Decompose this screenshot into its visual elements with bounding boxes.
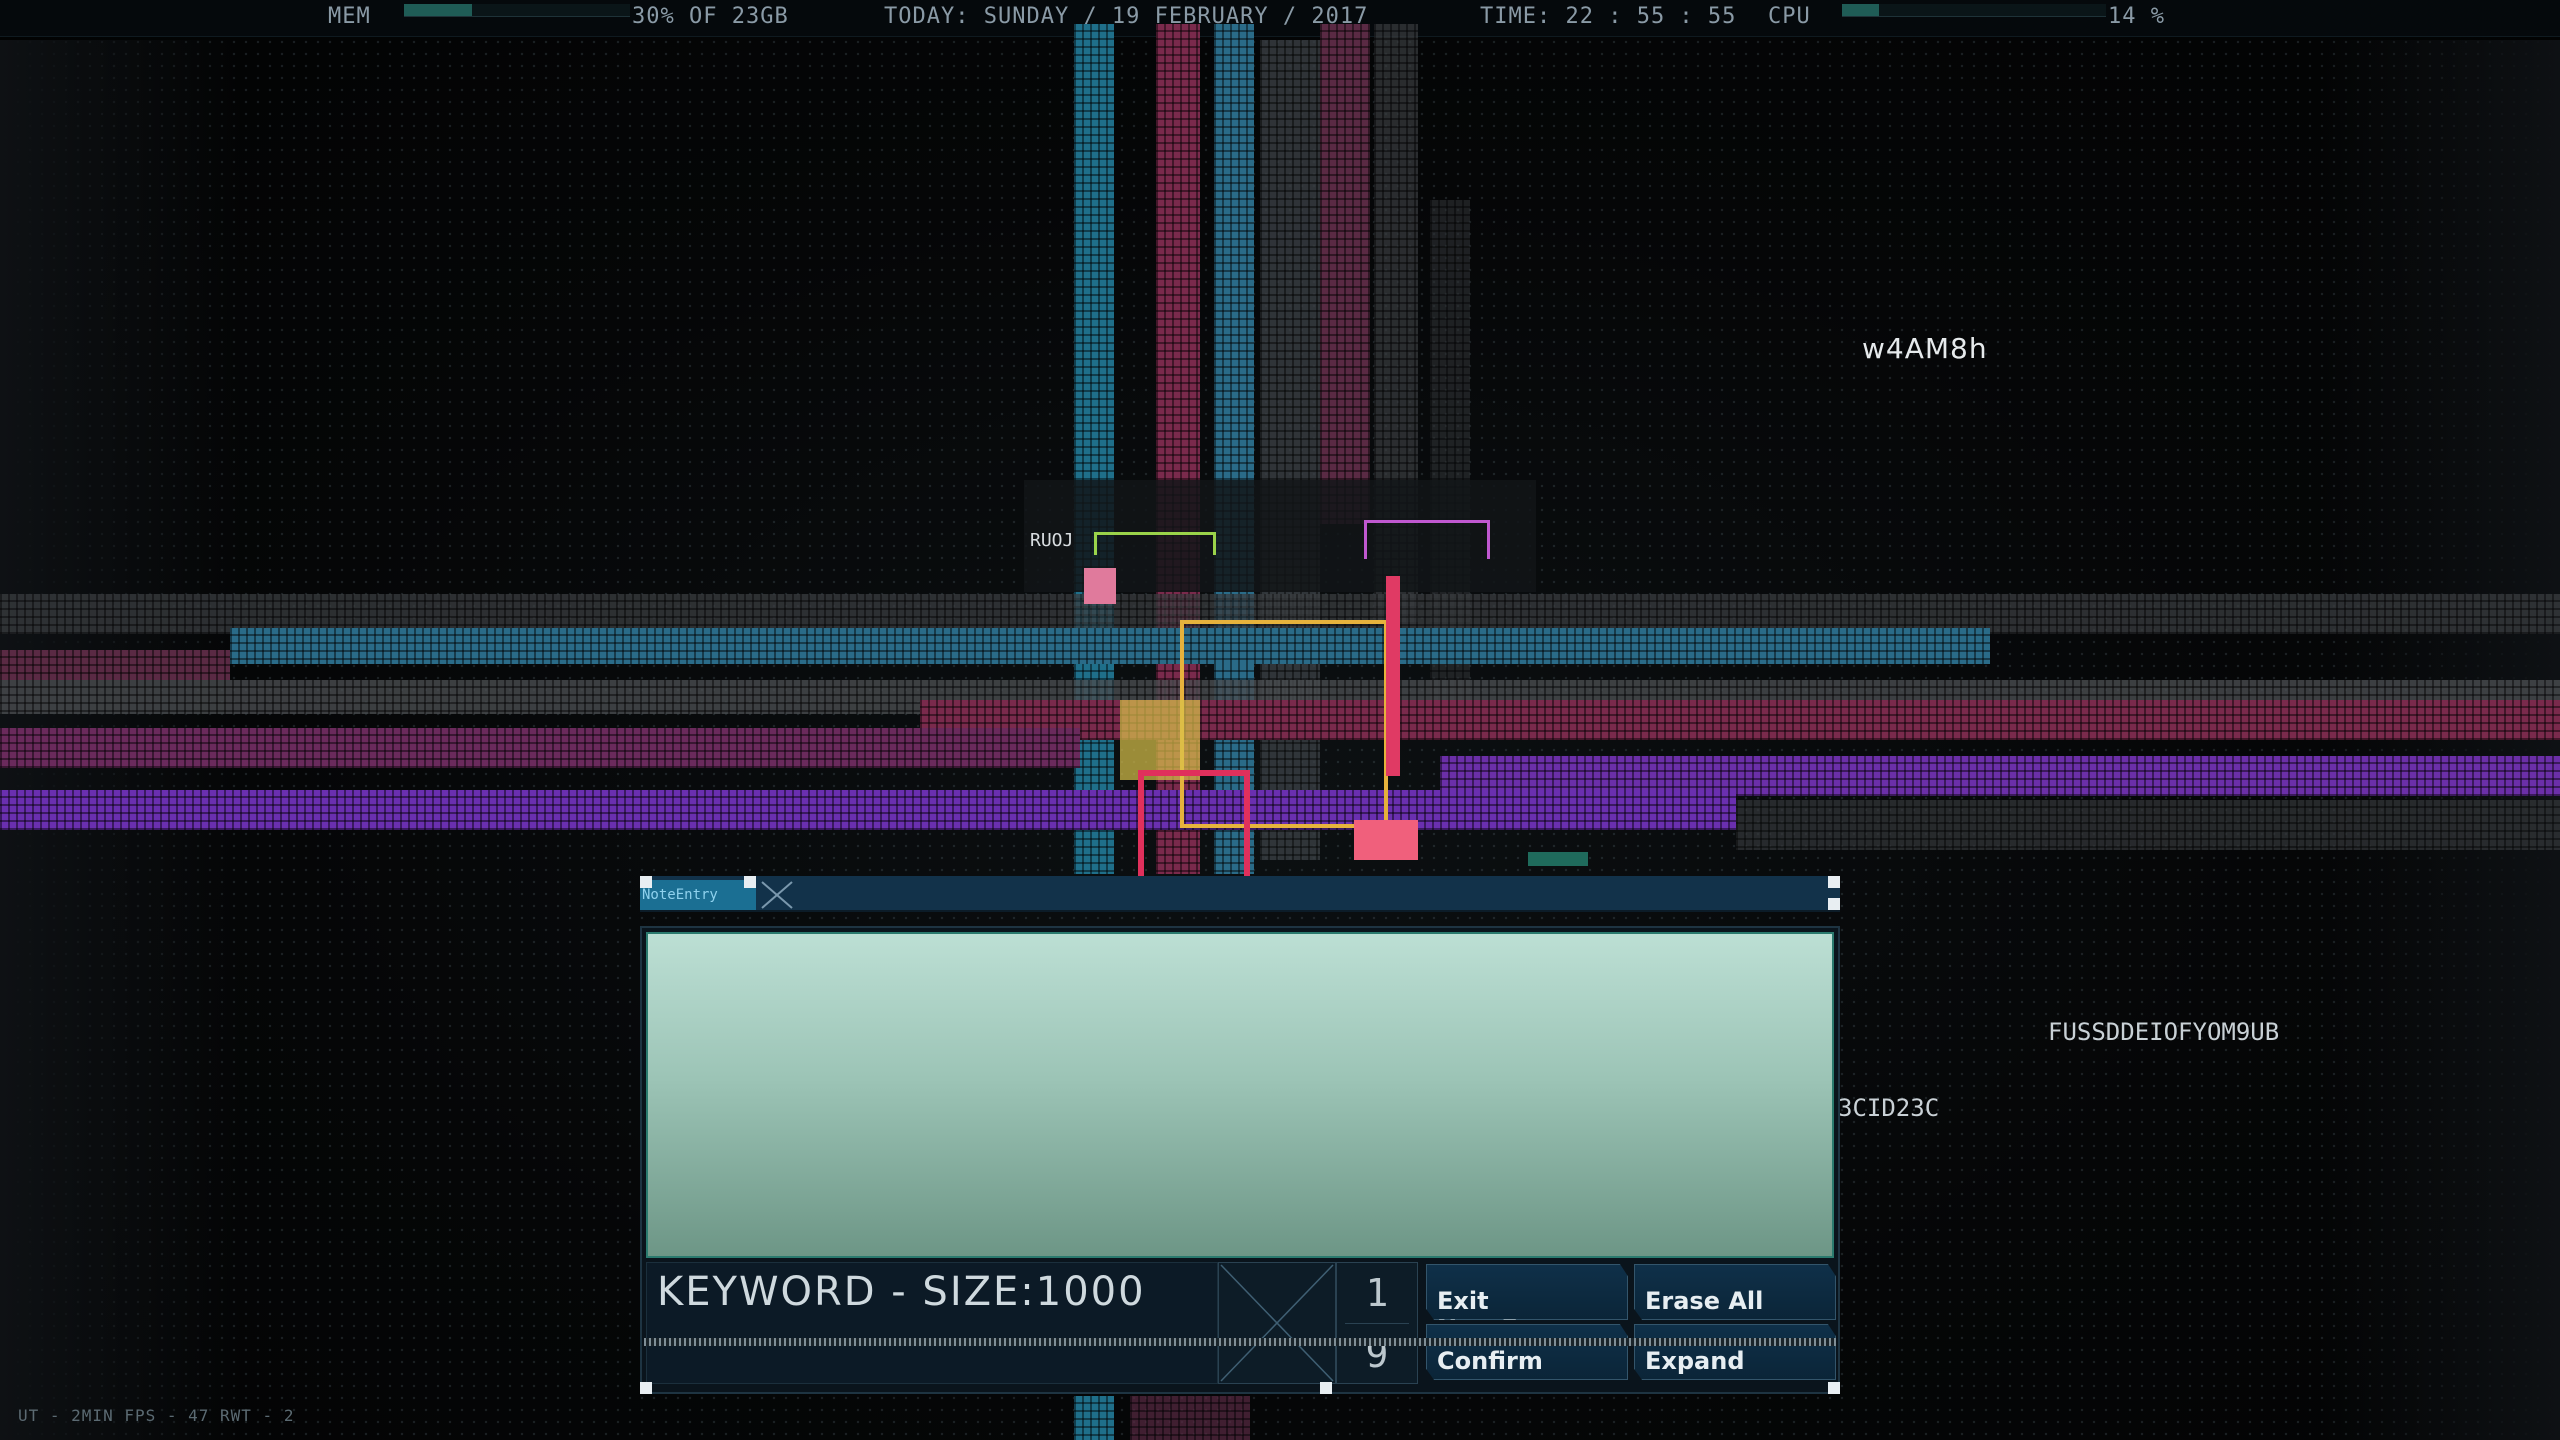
viz-shape [1138, 770, 1250, 882]
viz-horizontal-stream [0, 728, 1080, 768]
performance-status: UT - 2MIN FPS - 47 RWT - 2 [18, 1406, 295, 1425]
viz-horizontal-stream [0, 650, 230, 680]
x-cross-icon[interactable] [1218, 1262, 1336, 1384]
page-indicator: 1 9 [1336, 1262, 1418, 1384]
note-entry-title-bar[interactable]: NoteEntry [640, 876, 1840, 912]
cpu-usage-fill [1842, 4, 1879, 16]
note-text-area[interactable] [646, 932, 1834, 1258]
note-entry-tick-strip [644, 1338, 1836, 1346]
keyword-size-display: KEYWORD - SIZE:1000 [646, 1262, 1218, 1384]
viz-vertical-stream [1074, 24, 1114, 874]
viz-shape [1364, 520, 1490, 559]
right-vignette [2320, 40, 2560, 1440]
viz-shape [1386, 576, 1400, 776]
mem-usage-fill [404, 4, 472, 16]
viz-label: RUOJ [1030, 530, 1074, 551]
window-corner-handle[interactable] [1828, 1382, 1840, 1394]
viz-vertical-stream [1320, 24, 1370, 524]
window-corner-handle[interactable] [640, 876, 652, 888]
note-entry-tab[interactable]: NoteEntry [640, 880, 756, 910]
page-total: 9 [1365, 1332, 1389, 1376]
viz-vertical-stream-bottom [1074, 1396, 1114, 1440]
top-status-bar: MEM 30% OF 23GB TODAY: SUNDAY / 19 FEBRU… [0, 0, 2560, 37]
close-icon[interactable] [758, 880, 796, 910]
viz-shape [1354, 820, 1418, 860]
expand-button[interactable]: Expand [1634, 1324, 1836, 1380]
viz-horizontal-stream [230, 628, 1990, 664]
window-corner-handle[interactable] [1320, 1382, 1332, 1394]
confirm-button[interactable]: Confirm [1426, 1324, 1628, 1380]
cpu-label: CPU [1768, 4, 1811, 29]
erase-all-button[interactable]: Erase All [1634, 1264, 1836, 1320]
note-entry-controls: KEYWORD - SIZE:1000 1 9 Exit NoteEntry E… [646, 1262, 1836, 1386]
code-label-right-2: 3CID23C [1838, 1094, 1940, 1122]
note-entry-window: NoteEntry KEYWORD - SIZE:1000 1 9 Exit E… [640, 876, 1840, 1394]
window-corner-handle[interactable] [1828, 898, 1840, 910]
window-corner-handle[interactable] [744, 876, 756, 888]
page-current: 1 [1365, 1271, 1389, 1315]
viz-shape [1528, 852, 1588, 866]
viz-shape [1084, 568, 1116, 604]
viz-shape [1094, 532, 1216, 555]
window-corner-handle[interactable] [1828, 876, 1840, 888]
cpu-usage-bar [1842, 4, 2106, 17]
time-text: TIME: 22 : 55 : 55 [1480, 4, 1737, 29]
code-label-right-1: FUSSDDEIOFYOM9UB [2048, 1018, 2280, 1046]
screen-root: MEM 30% OF 23GB TODAY: SUNDAY / 19 FEBRU… [0, 0, 2560, 1440]
date-text: TODAY: SUNDAY / 19 FEBRUARY / 2017 [884, 4, 1369, 29]
cpu-text: 14 % [2108, 4, 2165, 29]
window-corner-handle[interactable] [640, 1382, 652, 1394]
viz-horizontal-stream [1736, 800, 2560, 850]
mem-label: MEM [328, 4, 371, 29]
viz-vertical-stream-bottom [1130, 1396, 1250, 1440]
mem-text: 30% OF 23GB [632, 4, 789, 29]
code-label-top-right: w4AM8h [1862, 332, 1988, 365]
viz-shape [1120, 700, 1200, 780]
viz-horizontal-stream [0, 790, 1736, 830]
page-divider [1345, 1323, 1409, 1324]
note-entry-body: KEYWORD - SIZE:1000 1 9 Exit NoteEntry E… [640, 926, 1840, 1394]
mem-usage-bar [404, 4, 630, 17]
exit-noteentry-button[interactable]: Exit NoteEntry [1426, 1264, 1628, 1320]
